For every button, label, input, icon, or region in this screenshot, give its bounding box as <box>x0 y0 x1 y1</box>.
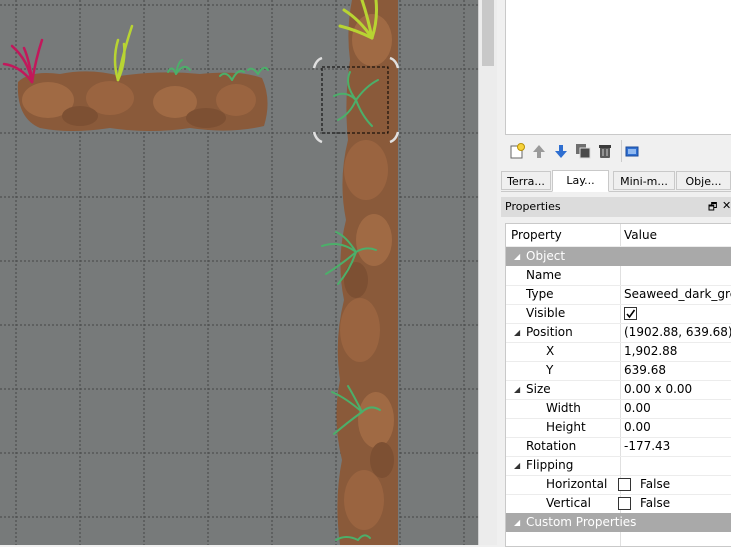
map-canvas[interactable] <box>0 0 478 545</box>
tab-objects[interactable]: Obje... <box>676 171 731 190</box>
properties-header-row: Property Value <box>506 226 731 245</box>
custom-properties-label: Custom Properties <box>526 515 637 529</box>
property-row-position[interactable]: ◢ Position (1902.88, 639.68) <box>506 323 731 342</box>
tab-minimap[interactable]: Mini-m... <box>613 171 675 190</box>
size-label: Size <box>526 382 551 396</box>
layer-list[interactable] <box>505 0 731 135</box>
collapse-arrow-icon[interactable]: ◢ <box>514 513 520 532</box>
property-row-visible[interactable]: Visible <box>506 304 731 323</box>
rotation-value[interactable]: -177.43 <box>620 437 670 456</box>
dock-tabs: Terra... Lay... Mini-m... Obje... <box>501 170 731 192</box>
x-value[interactable]: 1,902.88 <box>620 342 677 361</box>
type-value[interactable]: Seaweed_dark_green <box>620 285 731 304</box>
property-column-header[interactable]: Property <box>511 226 562 245</box>
custom-properties-group-row[interactable]: ◢ Custom Properties <box>506 513 731 532</box>
type-label: Type <box>526 287 554 301</box>
delete-layer-button[interactable] <box>595 140 615 162</box>
object-group-label: Object <box>526 249 566 263</box>
vertical-value: False <box>640 496 671 510</box>
property-row-type[interactable]: Type Seaweed_dark_green <box>506 285 731 304</box>
property-row-y[interactable]: Y 639.68 <box>506 361 731 380</box>
scrollbar-thumb[interactable] <box>482 0 494 66</box>
tab-terrain[interactable]: Terra... <box>501 171 551 190</box>
size-value[interactable]: 0.00 x 0.00 <box>620 380 692 399</box>
move-layer-up-button[interactable] <box>529 140 549 162</box>
properties-title: Properties <box>505 200 561 213</box>
x-label: X <box>546 344 555 358</box>
flipping-label: Flipping <box>526 458 574 472</box>
object-group-row[interactable]: ◢ Object <box>506 247 731 266</box>
property-row-rotation[interactable]: Rotation -177.43 <box>506 437 731 456</box>
move-layer-down-button[interactable] <box>551 140 571 162</box>
height-label: Height <box>546 420 586 434</box>
position-value[interactable]: (1902.88, 639.68) <box>620 323 731 342</box>
visible-label: Visible <box>526 306 566 320</box>
property-row-width[interactable]: Width 0.00 <box>506 399 731 418</box>
show-objects-button[interactable] <box>621 140 646 162</box>
width-value[interactable]: 0.00 <box>620 399 651 418</box>
y-value[interactable]: 639.68 <box>620 361 666 380</box>
property-row-height[interactable]: Height 0.00 <box>506 418 731 437</box>
collapse-arrow-icon[interactable]: ◢ <box>514 247 520 266</box>
right-dock: Terra... Lay... Mini-m... Obje... Proper… <box>497 0 731 547</box>
position-label: Position <box>526 325 573 339</box>
y-label: Y <box>546 363 554 377</box>
horizontal-value: False <box>640 477 671 491</box>
map-view[interactable] <box>0 0 478 545</box>
property-row-x[interactable]: X 1,902.88 <box>506 342 731 361</box>
property-row-vertical[interactable]: Vertical False <box>506 494 731 513</box>
expand-arrow-icon[interactable]: ◢ <box>514 380 520 399</box>
horizontal-checkbox[interactable] <box>618 478 631 491</box>
canvas-vertical-scrollbar[interactable] <box>478 0 497 545</box>
rotation-label: Rotation <box>526 439 577 453</box>
name-value[interactable] <box>620 266 624 285</box>
new-layer-button[interactable] <box>507 140 527 162</box>
close-panel-icon[interactable]: ✕ <box>722 199 731 212</box>
seaweed-lime-sprite[interactable] <box>113 24 134 82</box>
property-row-flipping[interactable]: ◢ Flipping <box>506 456 731 475</box>
expand-arrow-icon[interactable]: ◢ <box>514 323 520 342</box>
width-label: Width <box>546 401 581 415</box>
horizontal-label: Horizontal <box>546 477 608 491</box>
property-row-size[interactable]: ◢ Size 0.00 x 0.00 <box>506 380 731 399</box>
expand-arrow-icon[interactable]: ◢ <box>514 456 520 475</box>
name-label: Name <box>526 268 562 282</box>
vertical-checkbox[interactable] <box>618 497 631 510</box>
rock-ledge-horizontal[interactable] <box>17 71 268 131</box>
tab-layers[interactable]: Lay... <box>552 170 609 192</box>
height-value[interactable]: 0.00 <box>620 418 651 437</box>
property-row-horizontal[interactable]: Horizontal False <box>506 475 731 494</box>
vertical-label: Vertical <box>546 496 591 510</box>
float-panel-icon[interactable]: 🗗 <box>708 200 717 217</box>
visible-checkbox[interactable] <box>624 307 637 320</box>
duplicate-layer-button[interactable] <box>573 140 593 162</box>
property-row-name[interactable]: Name <box>506 266 731 285</box>
properties-table: Property Value ◢ Object Name Type Seawee… <box>505 223 731 547</box>
properties-panel-header: Properties 🗗 ✕ <box>501 197 731 217</box>
value-column-header[interactable]: Value <box>620 226 657 245</box>
